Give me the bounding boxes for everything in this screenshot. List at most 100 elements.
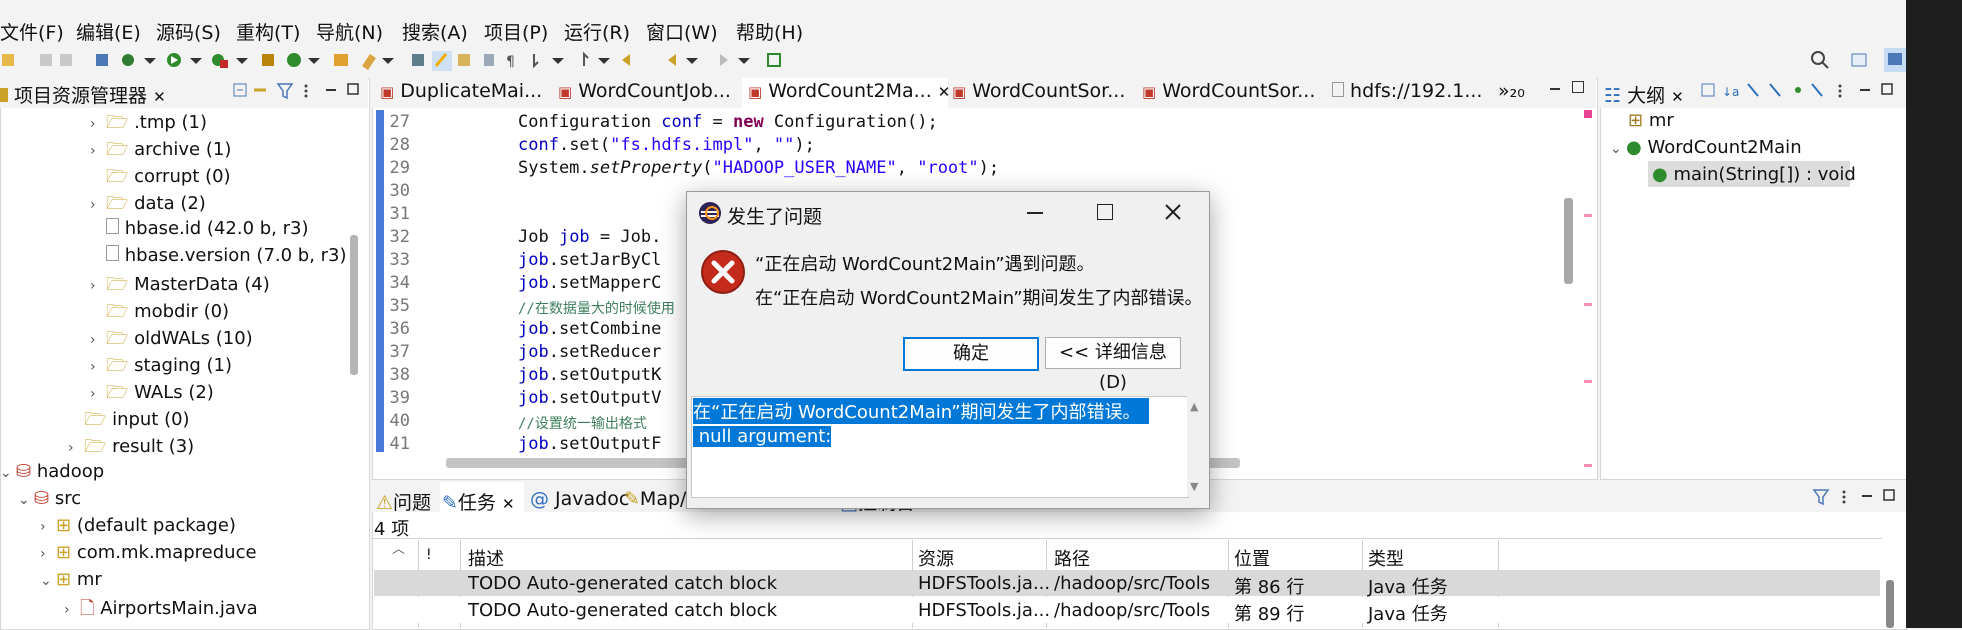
tab-wordcountsort-1[interactable]: ▣ WordCountSor...: [952, 80, 1125, 106]
maximize-icon[interactable]: [347, 83, 359, 95]
ok-button[interactable]: 确定: [903, 337, 1039, 371]
menu-file[interactable]: 文件(F): [0, 18, 64, 45]
view-menu-icon[interactable]: [1842, 490, 1846, 504]
maximize-icon[interactable]: [1883, 489, 1895, 501]
tree-item-com-mk-mapreduce[interactable]: › ⊞ com.mk.mapreduce: [40, 542, 257, 563]
chevron-right-icon[interactable]: ›: [40, 519, 56, 535]
tree-item-hbase-version[interactable]: hbase.version (7.0 b, r3): [106, 245, 347, 266]
tab-hdfs[interactable]: hdfs://192.1...: [1332, 80, 1482, 106]
filter-icon[interactable]: [276, 83, 294, 100]
dialog-maximize-icon[interactable]: [1097, 204, 1113, 220]
overview-marker[interactable]: [1584, 303, 1592, 306]
minimize-icon[interactable]: [1860, 89, 1870, 91]
chevron-right-icon[interactable]: ›: [90, 197, 106, 213]
tree-item-wals[interactable]: › 🗁 WALs (2): [90, 380, 214, 410]
outline-item-class[interactable]: ⌄ ● WordCount2Main: [1610, 137, 1802, 158]
tree-item-result[interactable]: › 🗁 result (3): [68, 434, 194, 464]
code-line-28[interactable]: conf.set("fs.hdfs.impl", "");: [518, 135, 815, 155]
table-scrollbar[interactable]: [1886, 580, 1894, 628]
tree-item-hbase-id[interactable]: hbase.id (42.0 b, r3): [106, 218, 309, 239]
dialog-close-icon[interactable]: [1163, 202, 1183, 222]
tab-outline[interactable]: ☷ 大纲 ✕: [1604, 81, 1684, 107]
code-line-38[interactable]: job.setOutputK: [518, 365, 661, 385]
close-icon[interactable]: ✕: [502, 495, 515, 513]
tab-project-explorer[interactable]: 项目资源管理器 ✕: [0, 81, 166, 107]
dialog-minimize-icon[interactable]: [1027, 212, 1043, 214]
sort-chevron-up-icon[interactable]: ︿: [392, 538, 405, 557]
chevron-right-icon[interactable]: ›: [90, 359, 106, 375]
collapse-all-icon[interactable]: [233, 83, 247, 97]
tree-item-src[interactable]: ⌄ ⛁ src: [18, 488, 81, 509]
code-line-39[interactable]: job.setOutputV: [518, 388, 661, 408]
menu-navigate[interactable]: 导航(N): [316, 18, 383, 45]
view-menu-icon[interactable]: [1838, 84, 1842, 98]
tree-item-mobdir[interactable]: 🗁 mobdir (0): [90, 299, 229, 329]
column-header-resource[interactable]: 资源: [918, 545, 954, 571]
code-line-29[interactable]: System.setProperty("HADOOP_USER_NAME", "…: [518, 158, 999, 178]
chevron-right-icon[interactable]: ›: [40, 546, 56, 562]
code-line-32[interactable]: Job job = Job.: [518, 227, 661, 247]
menu-search[interactable]: 搜索(A): [402, 18, 468, 45]
chevron-down-icon[interactable]: ⌄: [40, 573, 56, 589]
chevron-right-icon[interactable]: ›: [68, 440, 84, 456]
sort-icon[interactable]: ↓a: [1722, 85, 1739, 99]
collapse-all-icon[interactable]: [1701, 83, 1715, 97]
tab-wordcountsort-2[interactable]: ▣ WordCountSor...: [1142, 80, 1315, 106]
menu-window[interactable]: 窗口(W): [646, 18, 718, 45]
chevron-right-icon[interactable]: ›: [90, 116, 106, 132]
outline-item-main-method[interactable]: ● main(String[]) : void: [1652, 164, 1856, 185]
close-icon[interactable]: ✕: [938, 83, 951, 101]
code-line-37[interactable]: job.setReducer: [518, 342, 661, 362]
chevron-right-icon[interactable]: ›: [90, 143, 106, 159]
tree-item-mr[interactable]: ⌄ ⊞ mr: [40, 569, 102, 590]
menu-project[interactable]: 项目(P): [484, 18, 548, 45]
tree-item-airportsmain[interactable]: › 🗋 AirportsMain.java: [64, 596, 258, 626]
chevron-right-icon[interactable]: ›: [90, 278, 106, 294]
tree-item-staging[interactable]: › 🗁 staging (1): [90, 353, 232, 383]
view-menu-icon[interactable]: [304, 84, 308, 98]
minimize-icon[interactable]: [326, 89, 336, 91]
chevron-down-icon[interactable]: ⌄: [1610, 141, 1626, 157]
close-icon[interactable]: ✕: [1671, 88, 1684, 106]
tree-item-archive[interactable]: › 🗁 archive (1): [90, 137, 231, 167]
code-line-27[interactable]: Configuration conf = new Configuration()…: [518, 112, 938, 132]
hide-local-icon[interactable]: [1811, 83, 1823, 97]
scroll-up-icon[interactable]: ▲: [1190, 400, 1198, 413]
hide-static-icon[interactable]: [1769, 83, 1781, 97]
chevron-right-icon[interactable]: ›: [90, 386, 106, 402]
chevron-right-icon[interactable]: ›: [64, 602, 80, 618]
chevron-down-icon[interactable]: ⌄: [0, 465, 16, 481]
overview-marker[interactable]: [1584, 380, 1592, 383]
tab-wordcount2main[interactable]: ▣ WordCount2Ma... ✕: [748, 80, 950, 106]
tree-item-oldwals[interactable]: › 🗁 oldWALs (10): [90, 326, 253, 356]
tree-item-hadoop[interactable]: ⌄ ⛁ hadoop: [0, 461, 104, 482]
overview-error-marker[interactable]: [1584, 110, 1592, 118]
tree-item-masterdata[interactable]: › 🗁 MasterData (4): [90, 272, 270, 302]
menu-refactor[interactable]: 重构(T): [236, 18, 300, 45]
details-button[interactable]: << 详细信息(D): [1045, 337, 1181, 393]
menu-edit[interactable]: 编辑(E): [76, 18, 141, 45]
code-line-40[interactable]: //设置统一输出格式: [518, 413, 647, 433]
tree-item-input[interactable]: 🗁 input (0): [68, 407, 190, 437]
code-line-41[interactable]: job.setOutputF: [518, 434, 661, 454]
overview-marker[interactable]: [1584, 464, 1592, 467]
maximize-icon[interactable]: [1881, 83, 1893, 95]
tab-overflow[interactable]: »₂₀: [1498, 80, 1525, 106]
column-header-description[interactable]: 描述: [468, 545, 504, 571]
chevron-right-icon[interactable]: ›: [90, 332, 106, 348]
tree-item-tmp[interactable]: › 🗁 .tmp (1): [90, 110, 207, 140]
code-line-35[interactable]: //在数据量大的时候使用: [518, 298, 675, 318]
column-header-path[interactable]: 路径: [1054, 545, 1090, 571]
menu-help[interactable]: 帮助(H): [736, 18, 803, 45]
menu-run[interactable]: 运行(R): [564, 18, 630, 45]
hide-fields-icon[interactable]: [1747, 83, 1759, 97]
close-icon[interactable]: ✕: [153, 88, 166, 106]
chevron-down-icon[interactable]: ⌄: [18, 492, 34, 508]
tab-javadoc[interactable]: @ Javadoc: [530, 488, 629, 514]
column-header-type[interactable]: 类型: [1368, 545, 1404, 571]
code-line-36[interactable]: job.setCombine: [518, 319, 661, 339]
tab-wordcountjob[interactable]: ▣ WordCountJob...: [558, 80, 731, 106]
explorer-scrollbar[interactable]: [350, 235, 358, 375]
tree-item-corrupt[interactable]: 🗁 corrupt (0): [90, 164, 231, 194]
tab-problems[interactable]: ⚠问题: [376, 488, 431, 514]
